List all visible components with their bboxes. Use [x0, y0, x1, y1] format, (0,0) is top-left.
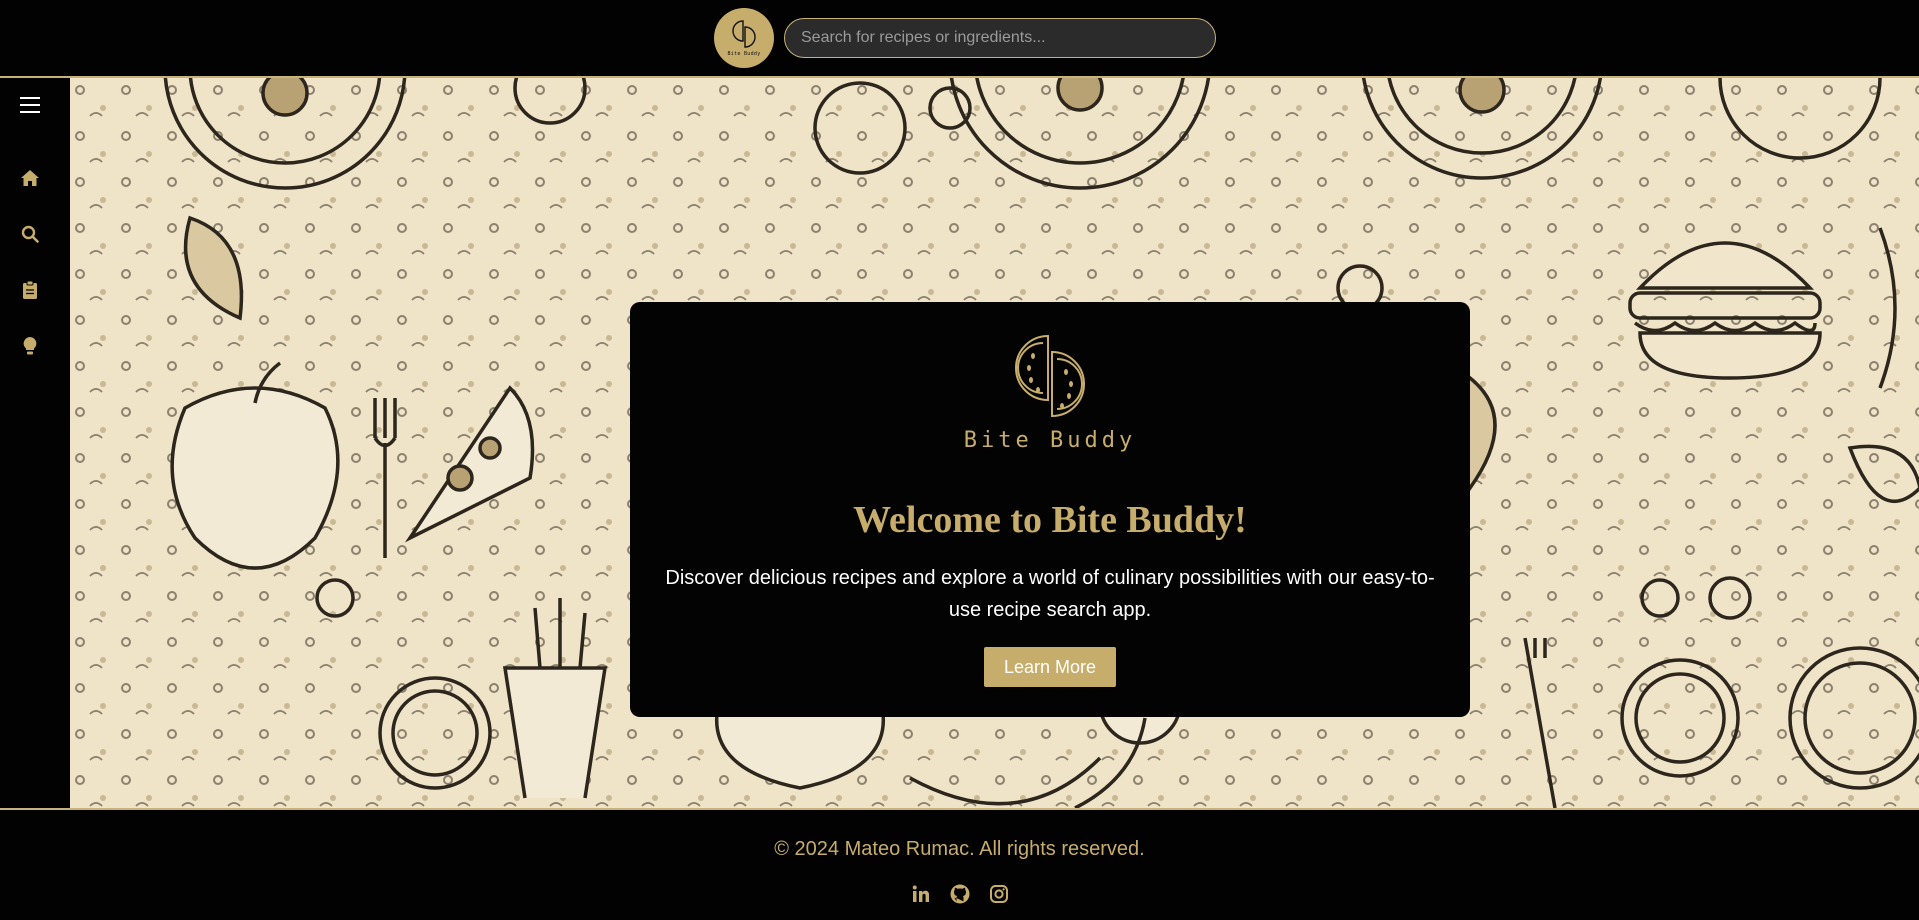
home-icon [21, 170, 39, 186]
instagram-icon [990, 885, 1008, 903]
header-logo[interactable]: Bite Buddy [714, 8, 774, 68]
github-link[interactable] [948, 882, 972, 906]
sidebar-item-tips[interactable] [15, 331, 45, 361]
clipboard-icon [23, 281, 37, 299]
hamburger-icon [20, 97, 40, 113]
top-header: Bite Buddy [0, 0, 1919, 78]
welcome-card: Bite Buddy Welcome to Bite Buddy! Discov… [630, 302, 1470, 717]
copyright-text: © 2024 Mateo Rumac. All rights reserved. [774, 838, 1145, 860]
hero-description: Discover delicious recipes and explore a… [665, 567, 1435, 621]
linkedin-link[interactable] [909, 882, 933, 906]
header-logo-text: Bite Buddy [727, 51, 761, 57]
learn-more-button[interactable]: Learn More [984, 647, 1116, 687]
brand-name: Bite Buddy [963, 428, 1137, 453]
sidebar-item-home[interactable] [15, 163, 45, 193]
search-input[interactable] [784, 18, 1216, 58]
instagram-link[interactable] [987, 882, 1011, 906]
page-title: Welcome to Bite Buddy! [853, 499, 1247, 541]
lightbulb-icon [23, 337, 37, 355]
sidebar [0, 78, 70, 808]
search-icon [21, 225, 39, 243]
sidebar-item-recipes[interactable] [15, 275, 45, 305]
sidebar-menu-button[interactable] [15, 90, 45, 120]
footer: © 2024 Mateo Rumac. All rights reserved. [0, 808, 1919, 920]
github-icon [950, 884, 970, 904]
linkedin-icon [912, 885, 929, 902]
watermelon-logo-icon [732, 20, 756, 48]
hero-section: Bite Buddy Welcome to Bite Buddy! Discov… [70, 78, 1919, 808]
sidebar-item-search[interactable] [15, 219, 45, 249]
